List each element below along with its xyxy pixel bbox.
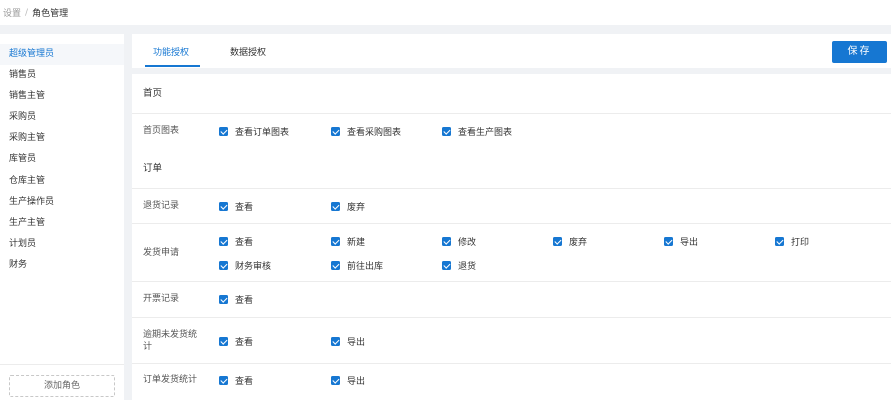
checkbox-label: 废弃 [569, 238, 588, 248]
section-title-home: 首页 [132, 74, 891, 114]
checkbox-invoice-view[interactable]: 查看 [219, 293, 253, 306]
role-item-production-operator[interactable]: 生产操作员 [0, 192, 124, 213]
role-item-purchase-manager[interactable]: 采购主管 [0, 128, 124, 149]
add-role-area: 添加角色 [0, 364, 124, 400]
checkbox-checked-icon [219, 237, 228, 246]
checkbox-label: 导出 [347, 377, 366, 387]
checkbox-checked-icon [553, 237, 562, 246]
perm-row-invoice-records: 开票记录 查看 [132, 282, 891, 318]
tab-data-auth[interactable]: 数据授权 [230, 45, 266, 58]
checkbox-label: 查看 [235, 377, 254, 387]
checkbox-label: 查看生产图表 [458, 128, 513, 138]
checkbox-checked-icon [331, 202, 340, 211]
checkbox-checked-icon [219, 295, 228, 304]
role-item-finance[interactable]: 财务 [0, 255, 124, 276]
checkbox-view-order-chart[interactable]: 查看订单图表 [219, 125, 289, 138]
tab-function-auth[interactable]: 功能授权 [153, 45, 189, 58]
checkbox-shipment-return[interactable]: 退货 [442, 259, 476, 272]
checkbox-shipment-edit[interactable]: 修改 [442, 235, 476, 248]
checkbox-view-production-chart[interactable]: 查看生产图表 [442, 125, 512, 138]
checkbox-label: 前往出库 [347, 262, 384, 272]
checkbox-label: 财务审核 [235, 262, 272, 272]
tabs-bar: 功能授权 数据授权 保存 [132, 34, 891, 68]
role-item-planner[interactable]: 计划员 [0, 234, 124, 255]
row-label-return-records: 退货记录 [143, 201, 180, 211]
checkbox-stats-view[interactable]: 查看 [219, 374, 253, 387]
role-item-stock-keeper[interactable]: 库管员 [0, 149, 124, 170]
checkbox-label: 查看 [235, 203, 254, 213]
save-button[interactable]: 保存 [832, 41, 887, 63]
checkbox-checked-icon [442, 237, 451, 246]
checkbox-label: 查看 [235, 296, 254, 306]
checkbox-checked-icon [775, 237, 784, 246]
checkbox-label: 打印 [791, 238, 810, 248]
checkbox-shipment-view[interactable]: 查看 [219, 235, 253, 248]
checkbox-label: 查看订单图表 [235, 128, 290, 138]
checkbox-checked-icon [331, 127, 340, 136]
checkbox-checked-icon [442, 261, 451, 270]
section-title-orders: 订单 [132, 149, 891, 189]
checkbox-checked-icon [219, 337, 228, 346]
role-item-sales[interactable]: 销售员 [0, 65, 124, 86]
checkbox-checked-icon [331, 261, 340, 270]
role-item-super-admin[interactable]: 超级管理员 [0, 44, 124, 66]
checkbox-overdue-export[interactable]: 导出 [331, 335, 365, 348]
checkbox-label: 修改 [458, 238, 477, 248]
checkbox-stats-export[interactable]: 导出 [331, 374, 365, 387]
role-sidebar: 超级管理员 销售员 销售主管 采购员 采购主管 库管员 仓库主管 生产操作员 生… [0, 34, 124, 400]
checkbox-checked-icon [442, 127, 451, 136]
section-orders: 订单 退货记录 查看 废弃 发货申请 查看 新建 修改 废弃 导出 打印 财务审… [132, 149, 891, 400]
checkbox-checked-icon [219, 127, 228, 136]
checkbox-label: 新建 [347, 238, 366, 248]
checkbox-checked-icon [331, 337, 340, 346]
checkbox-view-purchase-chart[interactable]: 查看采购图表 [331, 125, 401, 138]
checkbox-checked-icon [219, 202, 228, 211]
add-role-button[interactable]: 添加角色 [9, 375, 115, 397]
role-item-sales-manager[interactable]: 销售主管 [0, 86, 124, 107]
checkbox-overdue-view[interactable]: 查看 [219, 335, 253, 348]
permission-main: 功能授权 数据授权 保存 首页 首页图表 查看订单图表 查看采购图表 查看生产图… [132, 34, 891, 400]
perm-row-order-shipping-stats: 订单发货统计 查看 导出 [132, 364, 891, 398]
active-tab-indicator [145, 65, 200, 67]
perm-row-home-chart: 首页图表 查看订单图表 查看采购图表 查看生产图表 [132, 114, 891, 149]
breadcrumb-settings[interactable]: 设置 [3, 6, 21, 19]
row-label-shipment-request: 发货申请 [143, 248, 180, 258]
role-item-purchaser[interactable]: 采购员 [0, 107, 124, 128]
checkbox-label: 废弃 [347, 203, 366, 213]
checkbox-label: 查看 [235, 238, 254, 248]
checkbox-label: 查看 [235, 338, 254, 348]
checkbox-label: 导出 [347, 338, 366, 348]
checkbox-checked-icon [331, 237, 340, 246]
breadcrumb-separator: / [25, 7, 29, 18]
breadcrumb: 设置 / 角色管理 [0, 0, 891, 25]
row-label-home-chart: 首页图表 [143, 126, 180, 136]
perm-row-shipment-request: 发货申请 查看 新建 修改 废弃 导出 打印 财务审核 前往出库 退货 [132, 224, 891, 282]
checkbox-return-view[interactable]: 查看 [219, 200, 253, 213]
checkbox-label: 查看采购图表 [347, 128, 402, 138]
checkbox-label: 退货 [458, 262, 477, 272]
row-label-overdue-unshipped: 逾期未发货统计 [143, 330, 198, 352]
checkbox-shipment-finance-review[interactable]: 财务审核 [219, 259, 271, 272]
checkbox-return-discard[interactable]: 废弃 [331, 200, 365, 213]
checkbox-shipment-discard[interactable]: 废弃 [553, 235, 587, 248]
role-item-production-manager[interactable]: 生产主管 [0, 213, 124, 234]
row-label-invoice-records: 开票记录 [143, 294, 180, 304]
breadcrumb-current: 角色管理 [32, 9, 69, 19]
checkbox-checked-icon [219, 261, 228, 270]
checkbox-checked-icon [664, 237, 673, 246]
checkbox-checked-icon [219, 376, 228, 385]
row-label-order-shipping-stats: 订单发货统计 [143, 375, 198, 385]
checkbox-checked-icon [331, 376, 340, 385]
checkbox-shipment-print[interactable]: 打印 [775, 235, 809, 248]
checkbox-label: 导出 [680, 238, 699, 248]
checkbox-shipment-create[interactable]: 新建 [331, 235, 365, 248]
checkbox-shipment-go-outbound[interactable]: 前往出库 [331, 259, 383, 272]
perm-row-return-records: 退货记录 查看 废弃 [132, 189, 891, 224]
perm-row-overdue-unshipped: 逾期未发货统计 查看 导出 [132, 318, 891, 364]
checkbox-shipment-export[interactable]: 导出 [664, 235, 698, 248]
section-home: 首页 首页图表 查看订单图表 查看采购图表 查看生产图表 [132, 74, 891, 149]
role-item-warehouse-manager[interactable]: 仓库主管 [0, 171, 124, 192]
